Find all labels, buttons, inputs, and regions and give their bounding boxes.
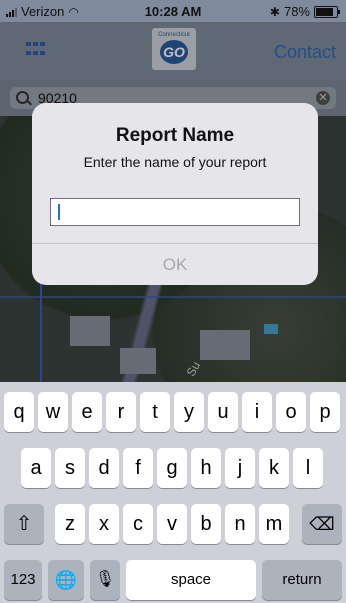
dialog-message: Enter the name of your report xyxy=(83,154,267,170)
key-i[interactable]: i xyxy=(242,392,272,432)
key-f[interactable]: f xyxy=(123,448,153,488)
text-cursor xyxy=(58,204,60,220)
key-y[interactable]: y xyxy=(174,392,204,432)
battery-percent: 78% xyxy=(283,4,310,19)
space-key[interactable]: space xyxy=(126,560,256,600)
status-bar: Verizon ◠ 10:28 AM ✱ 78% xyxy=(0,0,346,22)
key-j[interactable]: j xyxy=(225,448,255,488)
globe-icon: 🌐 xyxy=(54,570,78,590)
battery-icon xyxy=(314,5,340,18)
dialog-title: Report Name xyxy=(115,125,235,146)
bluetooth-icon: ✱ xyxy=(269,4,280,19)
key-g[interactable]: g xyxy=(157,448,187,488)
key-h[interactable]: h xyxy=(191,448,221,488)
key-n[interactable]: n xyxy=(225,504,255,544)
key-t[interactable]: t xyxy=(140,392,170,432)
keyboard: q w e r t y u i o p a s d f g h j k l ⇧ … xyxy=(0,382,346,603)
key-a[interactable]: a xyxy=(21,448,51,488)
key-q[interactable]: q xyxy=(4,392,34,432)
dictation-key[interactable]: 🎙 xyxy=(90,560,120,600)
key-z[interactable]: z xyxy=(55,504,85,544)
shift-key[interactable]: ⇧ xyxy=(4,504,44,544)
key-k[interactable]: k xyxy=(259,448,289,488)
key-b[interactable]: b xyxy=(191,504,221,544)
key-x[interactable]: x xyxy=(89,504,119,544)
key-w[interactable]: w xyxy=(38,392,68,432)
status-right: ✱ 78% xyxy=(269,4,340,19)
key-v[interactable]: v xyxy=(157,504,187,544)
key-u[interactable]: u xyxy=(208,392,238,432)
numbers-key[interactable]: 123 xyxy=(4,560,42,600)
return-key[interactable]: return xyxy=(262,560,342,600)
screen: Verizon ◠ 10:28 AM ✱ 78% Connecticut GO … xyxy=(0,0,346,603)
delete-key[interactable]: ⌫ xyxy=(302,504,342,544)
key-o[interactable]: o xyxy=(276,392,306,432)
ok-button[interactable]: OK xyxy=(32,244,318,285)
microphone-icon: 🎙 xyxy=(94,571,116,588)
key-r[interactable]: r xyxy=(106,392,136,432)
report-name-input[interactable] xyxy=(50,198,300,226)
key-m[interactable]: m xyxy=(259,504,289,544)
backspace-icon: ⌫ xyxy=(309,514,335,534)
globe-key[interactable]: 🌐 xyxy=(48,560,84,600)
key-l[interactable]: l xyxy=(293,448,323,488)
key-p[interactable]: p xyxy=(310,392,340,432)
key-d[interactable]: d xyxy=(89,448,119,488)
key-s[interactable]: s xyxy=(55,448,85,488)
report-name-dialog: Report Name Enter the name of your repor… xyxy=(32,103,318,285)
key-c[interactable]: c xyxy=(123,504,153,544)
key-e[interactable]: e xyxy=(72,392,102,432)
shift-icon: ⇧ xyxy=(15,513,33,535)
